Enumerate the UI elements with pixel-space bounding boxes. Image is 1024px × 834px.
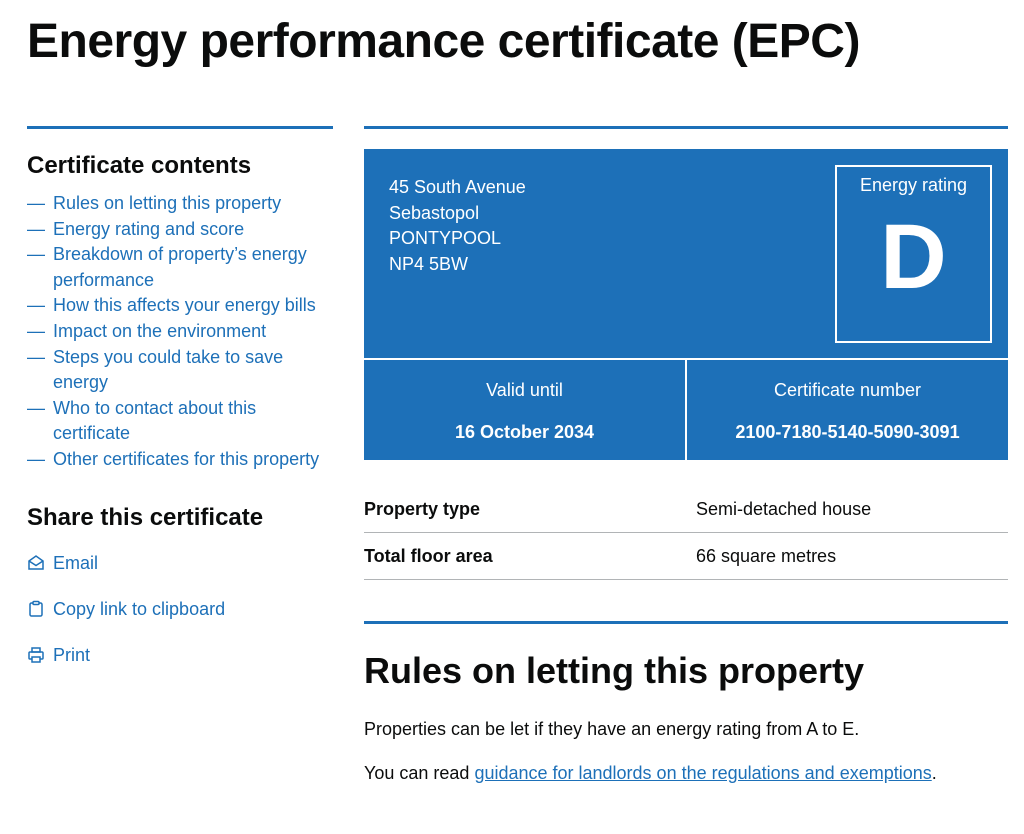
contents-link-breakdown[interactable]: Breakdown of property’s energy performan… [53, 244, 307, 290]
dash-icon: — [27, 193, 45, 213]
certificate-number-label: Certificate number [773, 380, 922, 400]
sidebar-divider [27, 126, 333, 129]
contents-link-rating[interactable]: Energy rating and score [53, 219, 244, 239]
dash-icon: — [27, 320, 45, 341]
sidebar: Certificate contents — Rules on letting t… [27, 126, 333, 689]
share-email: Email [27, 551, 333, 575]
guidance-suffix: . [931, 763, 937, 783]
contents-link-other[interactable]: Other certificates for this property [53, 449, 319, 469]
valid-until-cell: Valid until 16 October 2034 [364, 360, 687, 460]
email-link[interactable]: Email [53, 551, 98, 575]
letting-rules-text: Properties can be let if they have an en… [364, 719, 860, 739]
guidance-prefix: You can read [364, 763, 475, 783]
property-address: 45 South Avenue Sebastopol PONTYPOOL NP4… [389, 175, 526, 277]
contents-list: — Rules on letting this property — Energy … [27, 191, 333, 473]
valid-until-value: 16 October 2034 [454, 422, 595, 442]
certificate-number-cell: Certificate number 2100-7180-5140-5090-3… [687, 360, 1008, 460]
share-list: Email Copy link to clipboard Print [27, 551, 333, 667]
contents-link-rules[interactable]: Rules on letting this property [53, 193, 281, 213]
address-line-3: PONTYPOOL [389, 228, 502, 249]
contents-item-rating: — Energy rating and score [27, 217, 333, 243]
energy-rating-box: Energy rating D [835, 165, 992, 343]
address-line-1: 45 South Avenue [389, 177, 526, 197]
summary-row-floor-area: Total floor area 66 square metres [364, 533, 1008, 580]
contents-item-breakdown: — Breakdown of property’s energy performa… [27, 242, 333, 293]
certificate-number-value: 2100-7180-5140-5090-3091 [735, 422, 960, 442]
contents-link-bills[interactable]: How this affects your energy bills [53, 295, 316, 315]
energy-rating-letter: D [880, 206, 947, 308]
contents-item-contact: — Who to contact about this certificate [27, 396, 333, 447]
contents-item-rules: — Rules on letting this property [27, 191, 333, 217]
clipboard-icon [29, 600, 43, 617]
section-title: Rules on letting this property [364, 650, 865, 691]
copy-link-button[interactable]: Copy link to clipboard [53, 597, 225, 621]
envelope-icon [28, 554, 44, 570]
contents-heading: Certificate contents [27, 152, 252, 179]
summary-key: Property type [364, 498, 481, 519]
printer-icon [28, 646, 44, 663]
share-heading: Share this certificate [27, 503, 264, 531]
section-divider [364, 621, 1008, 624]
summary-value: Semi-detached house [696, 498, 872, 519]
dash-icon: — [27, 397, 45, 418]
guidance-paragraph: You can read guidance for landlords on t… [364, 761, 1008, 785]
dash-icon: — [27, 244, 45, 265]
print-button[interactable]: Print [53, 643, 90, 667]
summary-row-property-type: Property type Semi-detached house [364, 486, 1008, 533]
address-line-2: Sebastopol [389, 202, 480, 223]
contents-item-other: — Other certificates for this property [27, 447, 333, 473]
dash-icon: — [27, 218, 45, 239]
share-print: Print [27, 643, 333, 667]
share-copy: Copy link to clipboard [27, 597, 333, 621]
dash-icon: — [27, 295, 45, 316]
contents-link-environment[interactable]: Impact on the environment [53, 321, 266, 341]
energy-rating-label: Energy rating [859, 175, 968, 195]
epc-summary-box: 45 South Avenue Sebastopol PONTYPOOL NP4… [364, 149, 1008, 460]
contents-item-bills: — How this affects your energy bills [27, 293, 333, 319]
contents-link-steps[interactable]: Steps you could take to save energy [53, 347, 283, 393]
epc-address-panel: 45 South Avenue Sebastopol PONTYPOOL NP4… [364, 149, 1008, 360]
page-title: Energy performance certificate (EPC) [27, 15, 860, 68]
main-content: 45 South Avenue Sebastopol PONTYPOOL NP4… [364, 126, 1008, 785]
address-postcode: NP4 5BW [389, 253, 469, 274]
summary-value: 66 square metres [696, 545, 837, 566]
valid-until-label: Valid until [486, 380, 563, 400]
epc-details-panel: Valid until 16 October 2034 Certificate … [364, 360, 1008, 460]
dash-icon: — [27, 346, 45, 367]
contents-item-environment: — Impact on the environment [27, 319, 333, 345]
dash-icon: — [27, 448, 45, 469]
property-summary-list: Property type Semi-detached house Total … [364, 486, 1008, 580]
guidance-link[interactable]: guidance for landlords on the regulation… [474, 763, 931, 783]
contents-link-contact[interactable]: Who to contact about this certificate [53, 398, 256, 444]
contents-item-steps: — Steps you could take to save energy [27, 345, 333, 396]
summary-key: Total floor area [364, 545, 493, 566]
main-divider [364, 126, 1008, 129]
